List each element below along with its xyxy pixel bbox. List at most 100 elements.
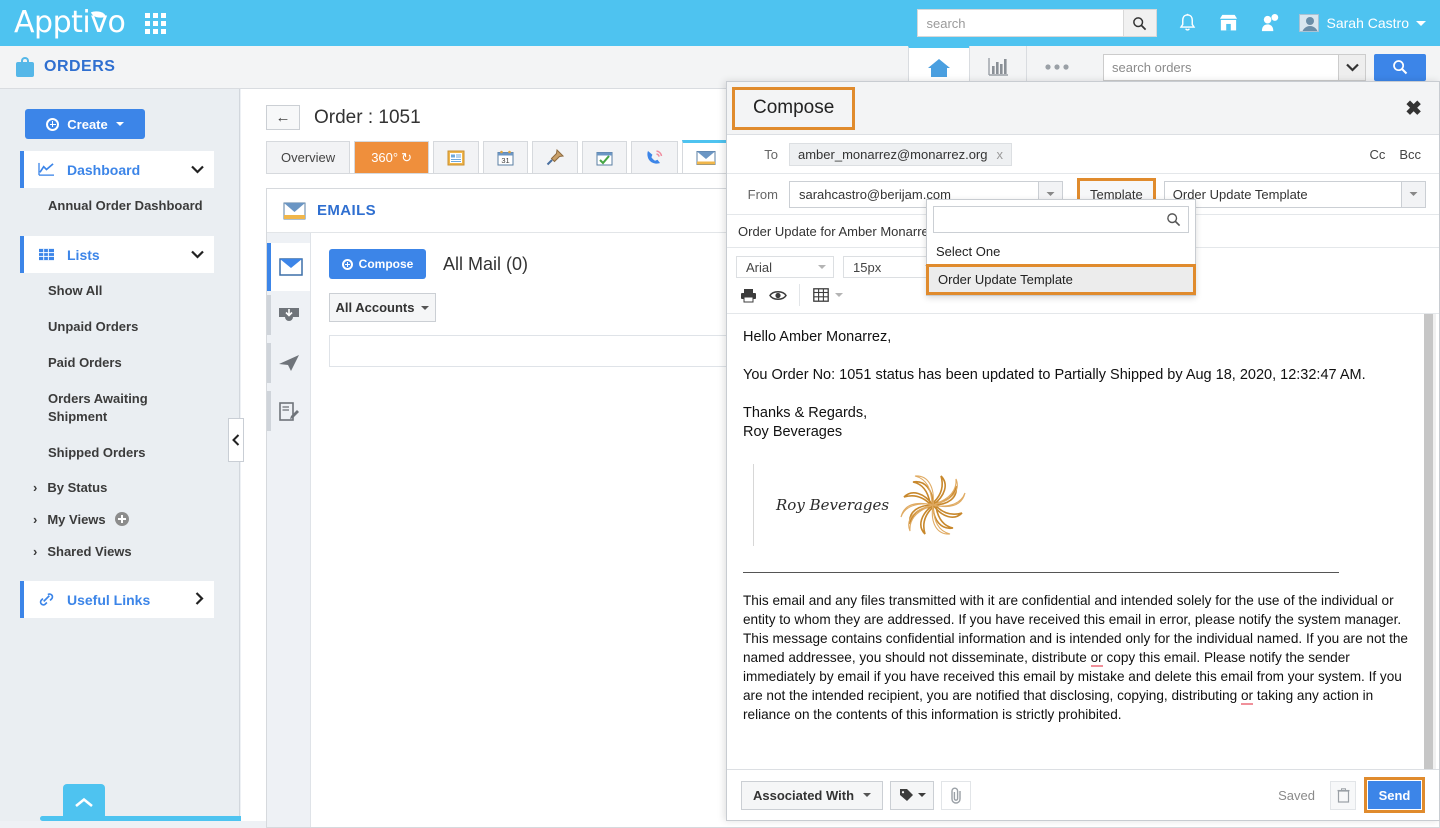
tab-overview[interactable]: Overview [266,141,350,173]
global-search-button[interactable] [1123,9,1157,37]
preview-icon[interactable] [766,283,790,307]
chevron-down-icon [863,793,871,797]
delete-draft-button[interactable] [1330,781,1356,810]
tab-tasks[interactable] [582,141,627,173]
compose-dialog-header: Compose ✖ [727,82,1439,135]
tab-calls[interactable] [631,141,678,173]
mail-folder-inbox[interactable] [267,243,310,291]
paperclip-icon [949,787,964,804]
compose-title: Compose [753,97,834,118]
bcc-button[interactable]: Bcc [1399,147,1421,162]
chevron-down-icon[interactable] [835,293,843,297]
order-search-submit-button[interactable] [1374,54,1426,81]
editor-scrollbar-thumb[interactable] [1424,314,1433,769]
roy-beverages-logo-icon [897,470,969,540]
all-mail-label: All Mail (0) [443,254,528,275]
top-navigation-bar: Apptivo Sarah Castro [0,0,1440,46]
sidebar-group-my-views[interactable]: › My Views [0,503,239,535]
sidebar-item-dashboard[interactable]: Dashboard [20,151,214,188]
template-option-select-one[interactable]: Select One [927,239,1195,264]
remove-recipient-icon[interactable]: x [997,147,1004,162]
chevron-right-icon: › [33,544,37,559]
inbox-icon [278,257,304,277]
sidebar-item-label: Dashboard [67,162,191,178]
tab-label: 360° [371,150,398,165]
sidebar-item-unpaid-orders[interactable]: Unpaid Orders [0,309,239,345]
sidebar-item-show-all[interactable]: Show All [0,273,239,309]
apptivo-logo[interactable]: Apptivo [14,8,125,38]
template-select[interactable]: Order Update Template [1164,181,1426,208]
left-sidebar: Create Dashboard Annual Order Dashboard … [0,89,240,821]
sidebar-collapse-handle[interactable] [228,418,244,462]
tab-news[interactable] [433,141,479,173]
orders-bag-icon [16,57,34,77]
send-button[interactable]: Send [1367,780,1422,810]
cc-bcc-group: Cc Bcc [1369,147,1421,162]
to-recipient-chip[interactable]: amber_monarrez@monarrez.org x [789,143,1012,166]
spellcheck-word-2: or [1241,688,1253,705]
bell-icon[interactable] [1178,13,1197,33]
add-view-icon[interactable] [115,512,129,526]
tab-360[interactable]: 360°↻ [354,141,429,173]
template-search-input[interactable] [941,211,1166,228]
template-search-box[interactable] [933,206,1189,233]
sidebar-group-shared-views[interactable]: › Shared Views [0,535,239,567]
template-option-order-update-template[interactable]: Order Update Template [926,264,1196,295]
cc-button[interactable]: Cc [1369,147,1385,162]
sidebar-group-by-status[interactable]: › By Status [0,471,239,503]
compose-title-highlight: Compose [732,87,855,130]
chevron-down-icon [1416,21,1426,26]
accounts-dropdown[interactable]: All Accounts [329,293,436,322]
print-icon[interactable] [736,283,760,307]
svg-text:31: 31 [501,156,509,165]
font-family-select[interactable]: Arial [736,256,834,278]
trash-icon [1337,788,1350,803]
order-search-dropdown-button[interactable] [1338,54,1366,81]
table-icon[interactable] [809,283,833,307]
sidebar-item-annual-order-dashboard[interactable]: Annual Order Dashboard [0,188,239,224]
attachment-button[interactable] [941,781,971,810]
sidebar-item-lists[interactable]: Lists [20,236,214,273]
page-title: Order : 1051 [314,107,421,129]
mail-folder-drafts[interactable] [267,387,310,435]
store-icon[interactable] [1218,13,1239,33]
mail-folder-archive[interactable] [267,291,310,339]
sidebar-item-shipped-orders[interactable]: Shipped Orders [0,435,239,471]
tag-icon [899,788,914,802]
logo-text: Apptivo [14,5,125,40]
editor-scrollbar-track[interactable] [1427,314,1436,769]
order-search-input[interactable] [1103,54,1338,81]
email-body-editor[interactable]: Hello Amber Monarrez, You Order No: 1051… [727,314,1439,769]
add-user-icon[interactable] [1260,13,1279,33]
chevron-down-icon [1401,182,1425,207]
drafts-icon [277,401,301,422]
sidebar-item-useful-links[interactable]: Useful Links [20,581,214,618]
sidebar-item-orders-awaiting-shipment[interactable]: Orders Awaiting Shipment [0,381,150,435]
compose-button[interactable]: Compose [329,249,426,279]
app-name: ORDERS [44,58,115,76]
tab-emails[interactable] [682,140,730,173]
tag-button[interactable] [890,781,934,810]
sent-icon [277,353,301,373]
sidebar-item-paid-orders[interactable]: Paid Orders [0,345,239,381]
user-menu[interactable]: Sarah Castro [1299,14,1426,32]
tab-pin[interactable] [532,141,578,173]
to-recipient-value: amber_monarrez@monarrez.org [798,147,988,162]
divider [743,572,1339,573]
associated-with-button[interactable]: Associated With [741,781,883,810]
tasks-icon [596,150,613,166]
back-button[interactable]: ← [266,105,300,130]
toolbar-divider [799,284,800,306]
calls-icon [645,149,664,166]
tab-calendar[interactable]: 31 [483,141,528,173]
create-button[interactable]: Create [25,109,145,139]
global-search-input[interactable] [917,9,1123,37]
sidebar-item-label: Useful Links [67,592,195,608]
global-search [917,9,1157,37]
spellcheck-word-1: or [1091,650,1103,667]
close-icon[interactable]: ✖ [1405,96,1422,121]
font-size-value: 15px [853,260,881,275]
grid-apps-icon[interactable] [145,13,166,34]
sidebar-group-label: My Views [47,512,105,527]
mail-folder-sent[interactable] [267,339,310,387]
